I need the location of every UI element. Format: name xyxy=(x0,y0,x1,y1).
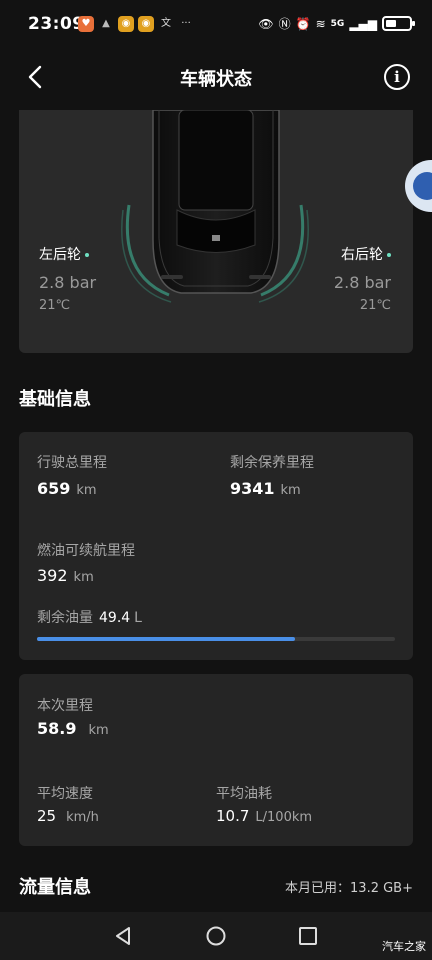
app-notification-icon: ♥ xyxy=(78,16,94,32)
fuel-remaining-value: 49.4 xyxy=(99,610,131,626)
eye-icon: 👁 xyxy=(258,16,274,31)
nav-home-button[interactable] xyxy=(204,924,228,948)
avg-speed-unit: km/h xyxy=(66,810,99,825)
current-trip-value: 58.9 km xyxy=(37,719,109,738)
maintenance-number: 9341 xyxy=(230,479,275,498)
watermark: 汽车之家 xyxy=(382,940,426,953)
total-mileage-value: 659 km xyxy=(37,479,97,498)
battery-icon xyxy=(382,16,415,31)
total-mileage-unit: km xyxy=(76,483,97,498)
nav-back-button[interactable] xyxy=(112,924,136,948)
page-header: 车辆状态 i xyxy=(0,52,432,102)
basic-info-title: 基础信息 xyxy=(19,389,91,410)
fuel-range-label: 燃油可续航里程 xyxy=(37,543,135,559)
android-icon: ▲ xyxy=(102,18,110,29)
fuel-level-bar xyxy=(37,637,395,641)
traffic-info-title: 流量信息 xyxy=(19,877,91,898)
nfc-icon: Ⓝ xyxy=(278,17,291,31)
system-icons: 👁 Ⓝ ⏰ ≋ 5G ▂▄▆ xyxy=(258,15,415,32)
trip-card: 本次里程 58.9 km 平均速度 25 km/h 平均油耗 10.7 L/100km xyxy=(19,674,413,846)
status-dot xyxy=(387,253,391,257)
info-button[interactable]: i xyxy=(384,64,410,90)
alarm-icon: ⏰ xyxy=(295,16,311,31)
fuel-range-value: 392 km xyxy=(37,566,94,585)
tire-pressure-card: 左后轮 2.8 bar 21℃ 右后轮 2.8 bar 21℃ xyxy=(19,110,413,353)
fuel-remaining-unit: L xyxy=(134,610,142,626)
total-mileage-number: 659 xyxy=(37,479,71,498)
right-rear-tire-name: 右后轮 xyxy=(341,247,383,263)
current-trip-number: 58.9 xyxy=(37,719,77,738)
avg-speed-number: 25 xyxy=(37,807,57,825)
status-dot xyxy=(85,253,89,257)
total-mileage-label: 行驶总里程 xyxy=(37,455,107,471)
avg-fuel-unit: L/100km xyxy=(255,810,313,825)
weibo-icon-2: ◉ xyxy=(138,16,154,32)
maintenance-value: 9341 km xyxy=(230,479,301,498)
car-top-view xyxy=(121,110,309,303)
signal-icon: ▂▄▆ xyxy=(349,16,377,31)
avg-fuel-number: 10.7 xyxy=(216,807,250,825)
avg-speed-value: 25 km/h xyxy=(37,807,99,825)
status-time: 23:09 xyxy=(28,14,85,34)
paw-icon xyxy=(413,172,432,200)
fuel-level-fill xyxy=(37,637,295,641)
page-title: 车辆状态 xyxy=(180,69,252,90)
status-bar: 23:09 ♥ ▲ ◉ ◉ 文 ··· 👁 Ⓝ ⏰ ≋ 5G ▂▄▆ xyxy=(0,0,432,52)
maintenance-label: 剩余保养里程 xyxy=(230,455,314,471)
fuel-remaining-label: 剩余油量 xyxy=(37,610,93,626)
right-rear-tire-label: 右后轮 xyxy=(341,244,391,264)
current-trip-unit: km xyxy=(88,723,109,738)
right-rear-tire-pressure: 2.8 bar xyxy=(333,273,391,292)
left-rear-tire-name: 左后轮 xyxy=(39,247,81,263)
basic-info-card: 行驶总里程 659 km 剩余保养里程 9341 km 燃油可续航里程 392 km … xyxy=(19,432,413,660)
info-icon: i xyxy=(394,68,400,86)
square-recents-icon xyxy=(299,927,317,945)
avg-speed-label: 平均速度 xyxy=(37,786,93,802)
more-icon: ··· xyxy=(181,18,191,29)
current-trip-label: 本次里程 xyxy=(37,698,93,714)
avg-fuel-value: 10.7 L/100km xyxy=(216,807,312,825)
translate-icon: 文 xyxy=(161,18,171,29)
network-type: 5G xyxy=(330,18,345,29)
fuel-range-number: 392 xyxy=(37,566,68,585)
triangle-back-icon xyxy=(116,927,130,945)
wifi-icon: ≋ xyxy=(315,16,326,31)
left-rear-tire-temp: 21℃ xyxy=(39,298,71,313)
left-rear-tire-pressure: 2.8 bar xyxy=(39,273,97,292)
nav-recents-button[interactable] xyxy=(296,924,320,948)
weibo-icon: ◉ xyxy=(118,16,134,32)
avg-fuel-label: 平均油耗 xyxy=(216,786,272,802)
system-nav-bar xyxy=(0,912,432,960)
fuel-remaining: 剩余油量 49.4 L xyxy=(37,607,142,627)
circle-home-icon xyxy=(206,926,226,946)
fuel-range-unit: km xyxy=(73,570,94,585)
left-rear-tire-label: 左后轮 xyxy=(39,244,89,264)
traffic-used: 本月已用：13.2 GB+ xyxy=(285,881,413,896)
right-rear-tire-temp: 21℃ xyxy=(359,298,391,313)
notification-icons: ♥ ▲ ◉ ◉ 文 ··· xyxy=(78,16,194,32)
maintenance-unit: km xyxy=(280,483,301,498)
